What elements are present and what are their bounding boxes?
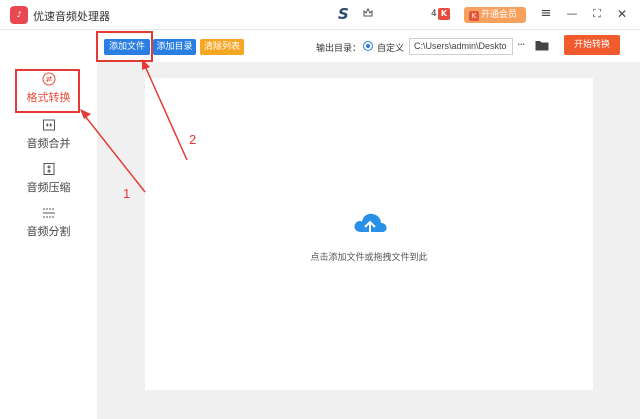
compress-icon bbox=[43, 163, 54, 175]
add-folder-button[interactable]: 添加目录 bbox=[153, 39, 196, 55]
vip-icon: K bbox=[469, 11, 479, 21]
title-bar: ♪ 优速音频处理器 S 4 K K 开通会员 ≡ — ⛶ ✕ bbox=[0, 0, 640, 30]
minimize-icon[interactable]: — bbox=[562, 4, 582, 24]
output-path-input[interactable]: C:\Users\admin\Deskto bbox=[409, 38, 513, 55]
annotation-number-1: 1 bbox=[123, 186, 131, 201]
more-icon[interactable]: ··· bbox=[517, 38, 525, 51]
annotation-box-add-file bbox=[96, 31, 153, 62]
sidebar-item-label: 音频分割 bbox=[26, 225, 71, 238]
gift-badge-count: 4 bbox=[431, 9, 437, 19]
sidebar-item-audio-compress[interactable]: 音频压缩 bbox=[0, 162, 97, 206]
crown-icon[interactable] bbox=[362, 7, 374, 19]
annotation-number-2: 2 bbox=[189, 132, 197, 147]
cloud-upload-icon bbox=[354, 213, 387, 237]
split-icon bbox=[42, 208, 55, 218]
vip-button[interactable]: K 开通会员 bbox=[464, 7, 526, 23]
gift-icon[interactable]: K bbox=[438, 8, 450, 20]
sidebar-item-label: 音频合并 bbox=[26, 137, 71, 150]
brand-logo-icon: S bbox=[338, 5, 349, 23]
app-logo-icon: ♪ bbox=[10, 6, 28, 24]
maximize-icon[interactable]: ⛶ bbox=[587, 4, 607, 24]
menu-icon[interactable]: ≡ bbox=[536, 4, 556, 24]
toolbar: 添加文件 添加目录 清除列表 输出目录： 自定义 C:\Users\admin\… bbox=[97, 30, 640, 62]
start-convert-button[interactable]: 开始转换 bbox=[564, 35, 620, 55]
drop-hint-text: 点击添加文件或拖拽文件到此 bbox=[310, 253, 428, 263]
vip-label: 开通会员 bbox=[481, 10, 518, 20]
clear-list-button[interactable]: 清除列表 bbox=[200, 39, 244, 55]
folder-icon[interactable] bbox=[535, 40, 549, 51]
sidebar-item-audio-merge[interactable]: 音频合并 bbox=[0, 118, 97, 162]
sidebar-item-label: 音频压缩 bbox=[26, 181, 71, 194]
merge-icon bbox=[42, 119, 55, 131]
output-dir-label: 输出目录： bbox=[316, 44, 362, 54]
annotation-box-sidebar bbox=[15, 69, 80, 113]
custom-radio-label: 自定义 bbox=[377, 44, 405, 54]
app-title: 优速音频处理器 bbox=[33, 10, 110, 23]
sidebar-item-audio-split[interactable]: 音频分割 bbox=[0, 206, 97, 250]
custom-radio[interactable] bbox=[363, 41, 373, 51]
close-icon[interactable]: ✕ bbox=[612, 4, 632, 24]
file-drop-area[interactable]: 点击添加文件或拖拽文件到此 bbox=[145, 78, 593, 390]
